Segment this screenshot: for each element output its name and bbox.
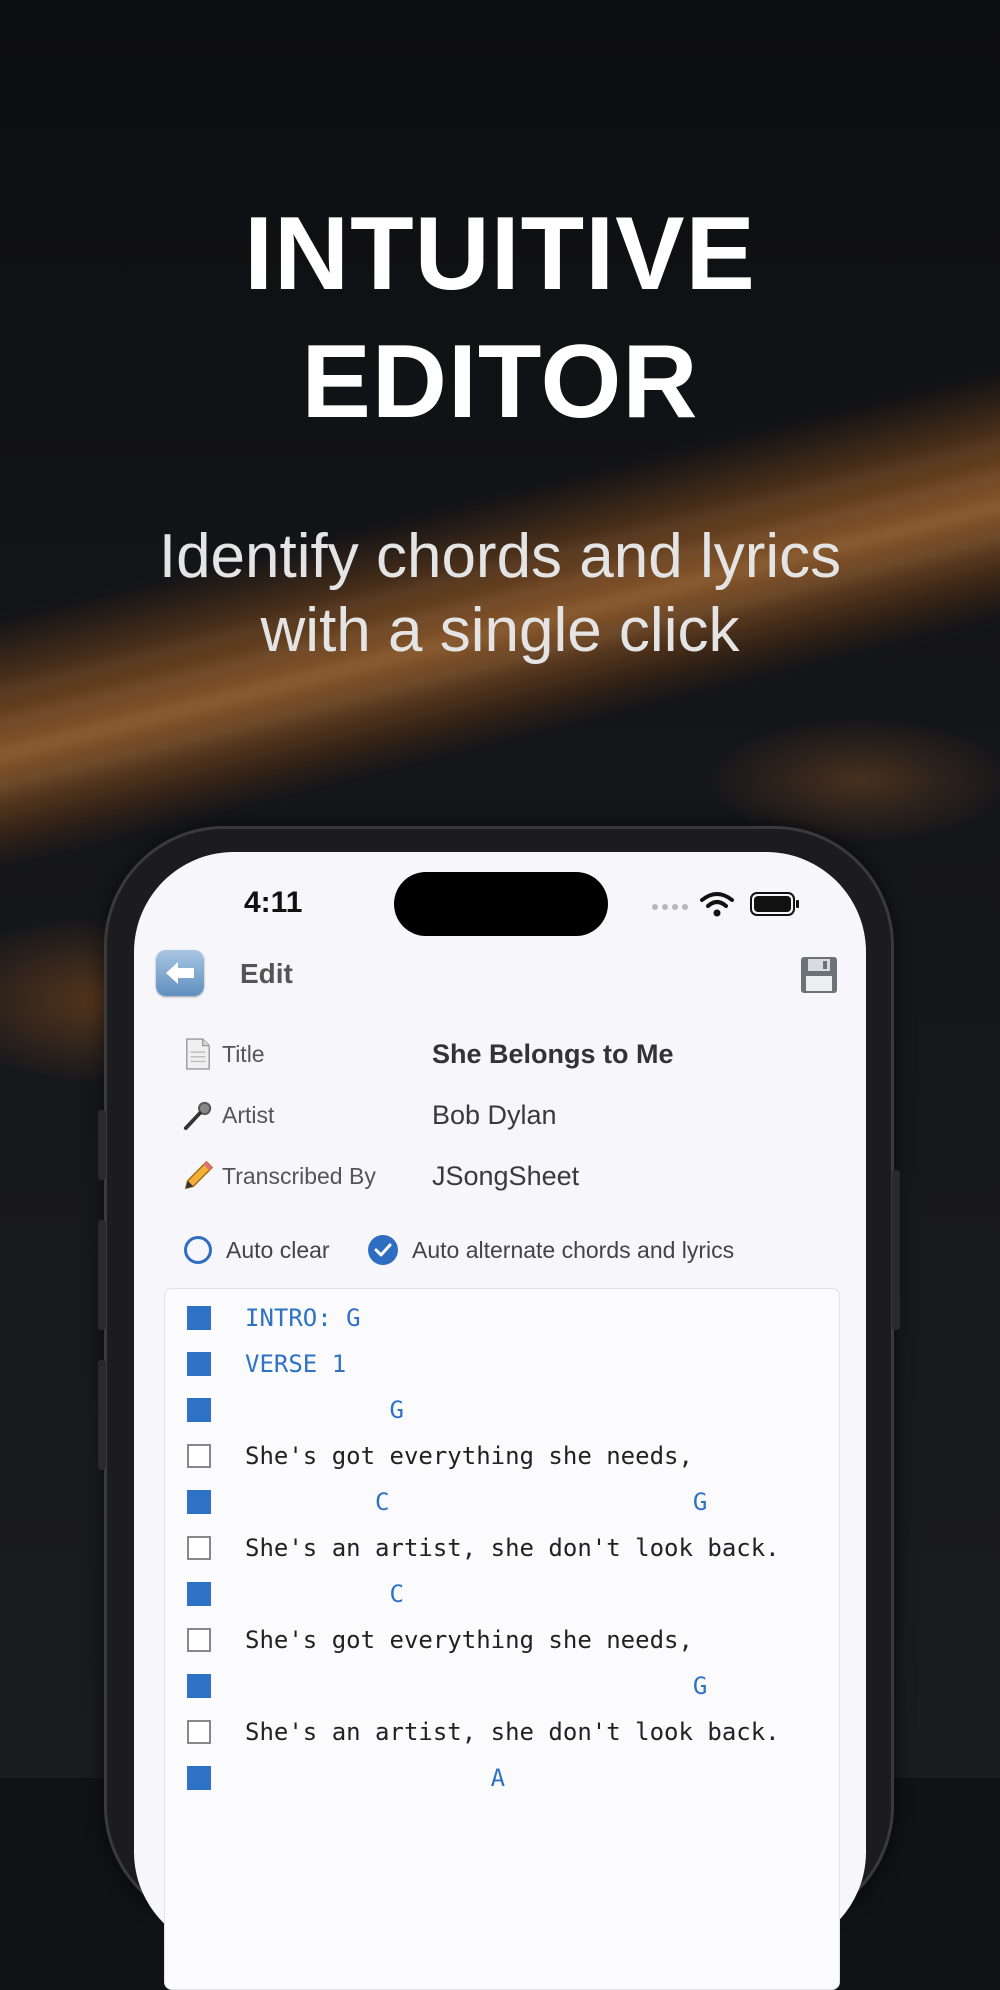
headline-line-1: INTUITIVE xyxy=(244,196,756,312)
chord-line-toggle-unchecked[interactable] xyxy=(187,1444,211,1468)
auto-clear-option[interactable]: Auto clear xyxy=(184,1236,330,1264)
lyric-text[interactable]: She's an artist, she don't look back. xyxy=(245,1525,780,1571)
chord-line-toggle-checked[interactable] xyxy=(187,1490,211,1514)
page-icon xyxy=(180,1036,216,1072)
editor-line[interactable]: She's an artist, she don't look back. xyxy=(165,1525,839,1571)
chord-line-toggle-checked[interactable] xyxy=(187,1582,211,1606)
auto-clear-label: Auto clear xyxy=(226,1236,330,1263)
chord-line-toggle-checked[interactable] xyxy=(187,1398,211,1422)
microphone-icon xyxy=(180,1097,216,1133)
editor-line[interactable]: G xyxy=(165,1387,839,1433)
chord-text[interactable]: VERSE 1 xyxy=(245,1341,346,1387)
transcribed-by-field-row[interactable]: Transcribed By JSongSheet xyxy=(180,1156,579,1196)
transcribed-by-value[interactable]: JSongSheet xyxy=(432,1161,579,1192)
editor-line[interactable]: She's got everything she needs, xyxy=(165,1617,839,1663)
promo-subheading: Identify chords and lyrics with a single… xyxy=(0,520,1000,668)
phone-side-button xyxy=(98,1360,106,1470)
phone-side-button xyxy=(98,1110,106,1180)
editor-line[interactable]: INTRO: G xyxy=(165,1295,839,1341)
artist-label: Artist xyxy=(222,1101,275,1128)
subheading-line-1: Identify chords and lyrics xyxy=(158,522,842,591)
editor-line[interactable]: VERSE 1 xyxy=(165,1341,839,1387)
chord-text[interactable]: C G xyxy=(245,1479,707,1525)
artist-field-row[interactable]: Artist Bob Dylan xyxy=(180,1095,557,1135)
back-arrow-icon xyxy=(166,962,194,984)
chord-line-toggle-checked[interactable] xyxy=(187,1306,211,1330)
checkmark-icon[interactable] xyxy=(368,1235,398,1265)
editor-line[interactable]: She's an artist, she don't look back. xyxy=(165,1709,839,1755)
editor-line[interactable]: A xyxy=(165,1755,839,1801)
lyric-text[interactable]: She's got everything she needs, xyxy=(245,1433,693,1479)
artist-value[interactable]: Bob Dylan xyxy=(432,1100,557,1131)
phone-side-button xyxy=(98,1220,106,1330)
chord-text[interactable]: A xyxy=(245,1755,505,1801)
headline-line-2: EDITOR xyxy=(301,324,699,440)
editor-line[interactable]: C xyxy=(165,1571,839,1617)
title-value[interactable]: She Belongs to Me xyxy=(432,1039,674,1070)
editor-line[interactable]: C G xyxy=(165,1479,839,1525)
chord-text[interactable]: G xyxy=(245,1387,403,1433)
save-button[interactable] xyxy=(800,956,838,994)
chord-line-toggle-checked[interactable] xyxy=(187,1674,211,1698)
title-field-row[interactable]: Title She Belongs to Me xyxy=(180,1034,674,1074)
nav-title: Edit xyxy=(240,958,293,989)
chord-line-toggle-checked[interactable] xyxy=(187,1352,211,1376)
transcribed-by-label: Transcribed By xyxy=(222,1162,376,1189)
lyric-text[interactable]: She's got everything she needs, xyxy=(245,1617,693,1663)
subheading-line-2: with a single click xyxy=(260,596,740,665)
chord-line-toggle-unchecked[interactable] xyxy=(187,1720,211,1744)
promo-headline: INTUITIVE EDITOR xyxy=(0,190,1000,446)
chord-text[interactable]: C xyxy=(245,1571,403,1617)
chord-line-toggle-unchecked[interactable] xyxy=(187,1628,211,1652)
chord-text[interactable]: G xyxy=(245,1663,707,1709)
pencil-icon xyxy=(180,1158,216,1194)
lyric-text[interactable]: She's an artist, she don't look back. xyxy=(245,1709,780,1755)
title-label: Title xyxy=(222,1040,265,1067)
chord-line-toggle-unchecked[interactable] xyxy=(187,1536,211,1560)
editor-line[interactable]: She's got everything she needs, xyxy=(165,1433,839,1479)
chord-text[interactable]: INTRO: G xyxy=(245,1295,361,1341)
editor-line[interactable]: G xyxy=(165,1663,839,1709)
phone-power-button xyxy=(892,1170,900,1330)
auto-alternate-label: Auto alternate chords and lyrics xyxy=(412,1236,735,1263)
chord-line-toggle-checked[interactable] xyxy=(187,1766,211,1790)
back-button[interactable] xyxy=(156,950,204,996)
auto-alternate-option[interactable]: Auto alternate chords and lyrics xyxy=(368,1235,734,1265)
auto-clear-radio[interactable] xyxy=(184,1236,212,1264)
song-editor[interactable]: INTRO: G VERSE 1 G She's got everything sh… xyxy=(164,1288,840,1990)
